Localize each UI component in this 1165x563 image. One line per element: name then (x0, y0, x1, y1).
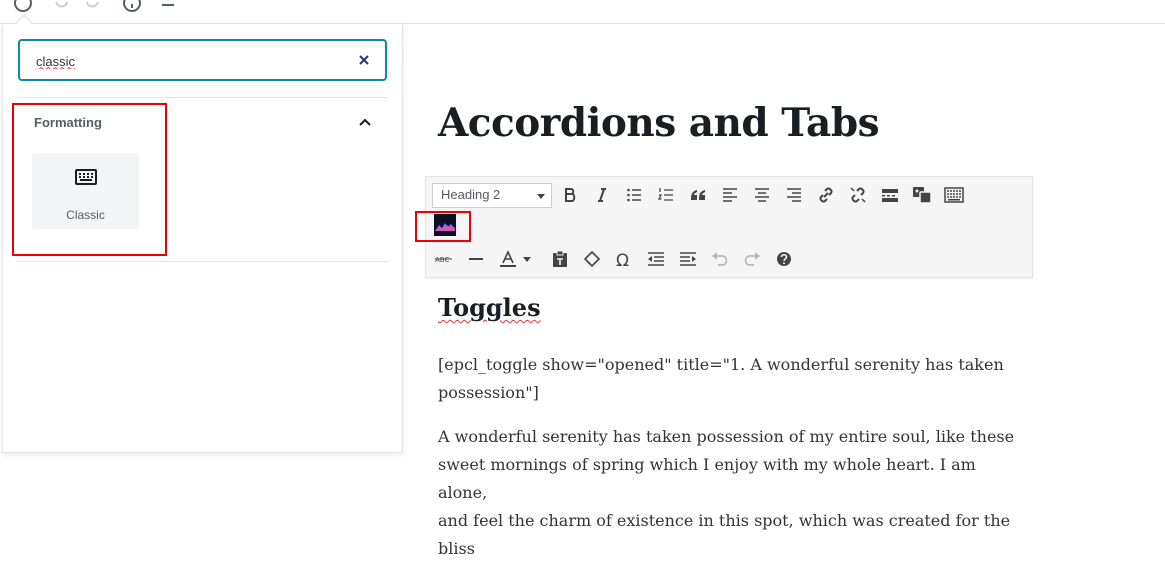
clear-search-icon[interactable] (357, 53, 371, 67)
link-icon[interactable] (814, 183, 838, 207)
decrease-indent-icon[interactable] (644, 247, 668, 271)
align-center-icon[interactable] (750, 183, 774, 207)
text-color-dropdown-icon[interactable] (520, 247, 534, 271)
read-more-icon[interactable] (878, 183, 902, 207)
format-select[interactable]: Heading 2 (432, 183, 552, 208)
redo-icon[interactable] (740, 247, 764, 271)
numbered-list-icon[interactable] (654, 183, 678, 207)
paragraph-line: possession"] (438, 383, 539, 402)
dropdown-arrow-icon (537, 194, 545, 199)
chevron-up-icon[interactable] (357, 114, 373, 130)
paragraph-line: [epcl_toggle show="opened" title="1. A w… (438, 355, 1004, 374)
horizontal-line-icon[interactable] (464, 247, 488, 271)
classic-editor-toolbar: Heading 2 ABC Ω (425, 176, 1033, 278)
divider (17, 97, 388, 98)
block-search[interactable] (18, 39, 387, 81)
blockquote-icon[interactable] (686, 183, 710, 207)
add-media-icon[interactable] (910, 183, 934, 207)
text-color-icon[interactable] (496, 247, 520, 271)
divider (17, 261, 388, 262)
align-right-icon[interactable] (782, 183, 806, 207)
special-character-icon[interactable]: Ω (612, 247, 636, 271)
increase-indent-icon[interactable] (676, 247, 700, 271)
clear-formatting-icon[interactable] (580, 247, 604, 271)
italic-icon[interactable] (590, 183, 614, 207)
undo-icon[interactable] (708, 247, 732, 271)
svg-text:Ω: Ω (616, 251, 629, 268)
strikethrough-icon[interactable]: ABC (432, 247, 456, 271)
paragraph-line: A wonderful serenity has taken possessio… (438, 427, 1015, 446)
format-select-value: Heading 2 (441, 187, 501, 202)
highlight-box-plugin-icon (415, 211, 471, 242)
outline-icon[interactable] (160, 0, 176, 10)
highlight-box-formatting (12, 103, 167, 256)
bold-icon[interactable] (558, 183, 582, 207)
paragraph-line: and feel the charm of existence in this … (438, 511, 1011, 558)
bulleted-list-icon[interactable] (622, 183, 646, 207)
editor-top-toolbar (0, 0, 1165, 24)
paste-as-text-icon[interactable] (548, 247, 572, 271)
unlink-icon[interactable] (846, 183, 870, 207)
content-paragraph[interactable]: A wonderful serenity has taken possessio… (438, 423, 1028, 563)
svg-text:ABC: ABC (435, 256, 449, 264)
paragraph-line: sweet mornings of spring which I enjoy w… (438, 455, 976, 502)
align-left-icon[interactable] (718, 183, 742, 207)
add-block-icon[interactable] (12, 0, 34, 14)
toolbar-toggle-icon[interactable] (942, 183, 966, 207)
redo-icon[interactable] (84, 0, 102, 10)
undo-icon[interactable] (52, 0, 70, 10)
info-icon[interactable] (121, 0, 143, 14)
post-title[interactable]: Accordions and Tabs (438, 100, 880, 146)
content-heading[interactable]: Toggles (438, 293, 1028, 322)
block-search-input[interactable] (34, 50, 334, 72)
help-icon[interactable] (772, 247, 796, 271)
content-paragraph-shortcode[interactable]: [epcl_toggle show="opened" title="1. A w… (438, 351, 1028, 407)
